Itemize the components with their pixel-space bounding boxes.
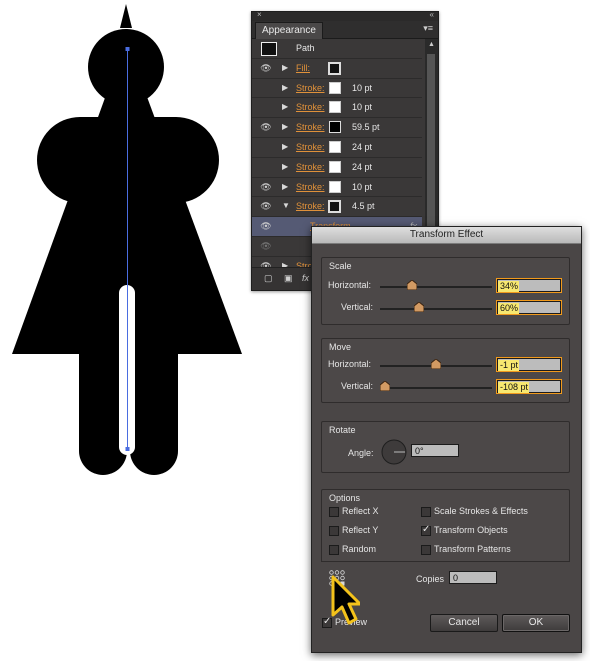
options-group-label: Options — [329, 493, 361, 503]
move-horizontal-slider[interactable] — [380, 359, 492, 369]
rotate-group: Rotate Angle: 0° — [321, 421, 570, 473]
move-horizontal-input[interactable]: -1 pt — [496, 357, 562, 372]
transform-patterns-box[interactable] — [421, 545, 431, 555]
collapse-panel-icon[interactable]: « — [430, 10, 434, 19]
stroke-weight-value: 24 pt — [352, 141, 373, 152]
appearance-fill-row[interactable]: 👁 ▶ Fill: — [252, 59, 422, 79]
scale-vertical-label: Vertical: — [341, 302, 374, 312]
tab-appearance[interactable]: Appearance — [255, 22, 323, 39]
move-horizontal-slider-knob[interactable] — [431, 359, 441, 369]
stroke-label[interactable]: Stroke: — [296, 162, 325, 172]
appearance-stroke-row[interactable]: ▶ Stroke: 24 pt — [252, 158, 422, 178]
scale-horizontal-input[interactable]: 34% — [496, 278, 562, 293]
random-box[interactable] — [329, 545, 339, 555]
visibility-eye-icon[interactable]: 👁 — [257, 221, 275, 233]
stroke-swatch[interactable] — [329, 81, 341, 94]
appearance-stroke-row[interactable]: 👁 ▼ Stroke: 4.5 pt — [252, 197, 422, 218]
stroke-weight-value: 24 pt — [352, 161, 373, 172]
dialog-title: Transform Effect — [312, 227, 581, 244]
stroke-label[interactable]: Stroke: — [296, 102, 325, 112]
scale-horizontal-label: Horizontal: — [328, 280, 372, 290]
expand-triangle-icon[interactable]: ▶ — [282, 63, 288, 72]
angle-label: Angle: — [348, 448, 374, 458]
appearance-stroke-row[interactable]: ▶ Stroke: 24 pt — [252, 138, 422, 158]
stroke-label[interactable]: Stroke: — [296, 122, 325, 132]
add-fill-icon[interactable]: ▣ — [284, 273, 293, 284]
stroke-weight-value: 59.5 pt — [352, 122, 380, 133]
move-horizontal-label: Horizontal: — [328, 359, 372, 369]
reflect-x-box[interactable] — [329, 507, 339, 517]
stroke-swatch[interactable] — [329, 121, 341, 134]
stroke-swatch[interactable] — [329, 160, 341, 173]
move-vertical-label: Vertical: — [341, 381, 374, 391]
scroll-up-icon[interactable]: ▲ — [428, 41, 435, 48]
options-group: Options Reflect X Reflect Y Random Scale… — [321, 489, 570, 562]
visibility-eye-icon[interactable]: 👁 — [257, 201, 275, 213]
stroke-label[interactable]: Stroke: — [296, 201, 325, 211]
appearance-path-row[interactable]: Path — [252, 39, 422, 59]
move-group-label: Move — [329, 342, 352, 352]
close-panel-icon[interactable]: × — [257, 10, 262, 19]
path-anchor-bottom[interactable] — [125, 447, 130, 451]
stroke-swatch[interactable] — [329, 101, 341, 114]
stroke-swatch[interactable] — [328, 200, 341, 214]
expand-triangle-icon[interactable]: ▶ — [282, 162, 288, 171]
ok-button[interactable]: OK — [502, 614, 570, 632]
rotate-group-label: Rotate — [329, 425, 356, 435]
scale-horizontal-slider[interactable] — [380, 280, 492, 290]
stroke-swatch[interactable] — [329, 140, 341, 153]
panel-menu-icon[interactable]: ▾≡ — [423, 23, 433, 34]
move-vertical-input[interactable]: -108 pt — [496, 379, 562, 394]
expand-triangle-icon[interactable]: ▶ — [282, 142, 288, 151]
stroke-weight-value: 10 pt — [352, 82, 373, 93]
add-stroke-icon[interactable]: ▢ — [264, 273, 273, 284]
scale-group: Scale Horizontal: 34% Vertical: 60% — [321, 257, 570, 325]
reflect-y-box[interactable] — [329, 526, 339, 536]
expand-triangle-icon[interactable]: ▶ — [282, 83, 288, 92]
stroke-weight-value: 10 pt — [352, 102, 373, 113]
expand-triangle-icon[interactable]: ▶ — [282, 182, 288, 191]
scale-group-label: Scale — [329, 261, 352, 271]
angle-input[interactable]: 0° — [411, 444, 459, 457]
mouse-cursor-icon — [331, 575, 360, 625]
angle-dial-icon[interactable] — [380, 438, 408, 466]
stroke-weight-value: 4.5 pt — [352, 201, 375, 212]
copies-label: Copies — [416, 574, 445, 584]
scale-vertical-slider[interactable] — [380, 302, 492, 312]
appearance-stroke-row[interactable]: ▶ Stroke: 10 pt — [252, 79, 422, 99]
scale-vertical-input[interactable]: 60% — [496, 300, 562, 315]
scale-horizontal-slider-knob[interactable] — [407, 280, 417, 290]
stroke-label[interactable]: Stroke: — [296, 83, 325, 93]
transform-objects-box[interactable]: ✓ — [421, 524, 431, 536]
visibility-eye-icon[interactable]: 👁 — [257, 122, 275, 134]
cancel-button[interactable]: Cancel — [430, 614, 498, 632]
path-thumbnail-icon — [261, 42, 277, 56]
object-type-label: Path — [296, 43, 315, 53]
stroke-swatch[interactable] — [329, 180, 341, 193]
stroke-weight-value: 10 pt — [352, 181, 373, 192]
move-vertical-slider[interactable] — [380, 381, 492, 391]
appearance-stroke-row[interactable]: 👁 ▶ Stroke: 59.5 pt — [252, 118, 422, 138]
copies-input[interactable]: 0 — [449, 571, 497, 584]
path-anchor-top[interactable] — [125, 47, 130, 51]
appearance-stroke-row[interactable]: ▶ Stroke: 10 pt — [252, 98, 422, 119]
fx-menu-icon[interactable]: fx — [302, 273, 309, 283]
expand-triangle-icon[interactable]: ▶ — [282, 122, 288, 131]
fill-label[interactable]: Fill: — [296, 63, 310, 73]
expand-triangle-icon[interactable]: ▶ — [282, 102, 288, 111]
appearance-stroke-row[interactable]: 👁 ▶ Stroke: 10 pt — [252, 178, 422, 198]
stroke-label[interactable]: Stroke: — [296, 182, 325, 192]
visibility-eye-icon[interactable]: 👁 — [257, 63, 275, 75]
visibility-eye-icon[interactable]: 👁 — [257, 241, 275, 253]
move-group: Move Horizontal: -1 pt Vertical: -108 pt — [321, 338, 570, 403]
stroke-label[interactable]: Stroke: — [296, 142, 325, 152]
move-vertical-slider-knob[interactable] — [380, 381, 390, 391]
fill-swatch[interactable] — [328, 61, 341, 75]
scale-vertical-slider-knob[interactable] — [414, 302, 424, 312]
scroll-thumb[interactable] — [427, 54, 435, 244]
visibility-eye-icon[interactable]: 👁 — [257, 182, 275, 194]
scale-strokes-box[interactable] — [421, 507, 431, 517]
expand-triangle-icon[interactable]: ▼ — [282, 201, 290, 210]
